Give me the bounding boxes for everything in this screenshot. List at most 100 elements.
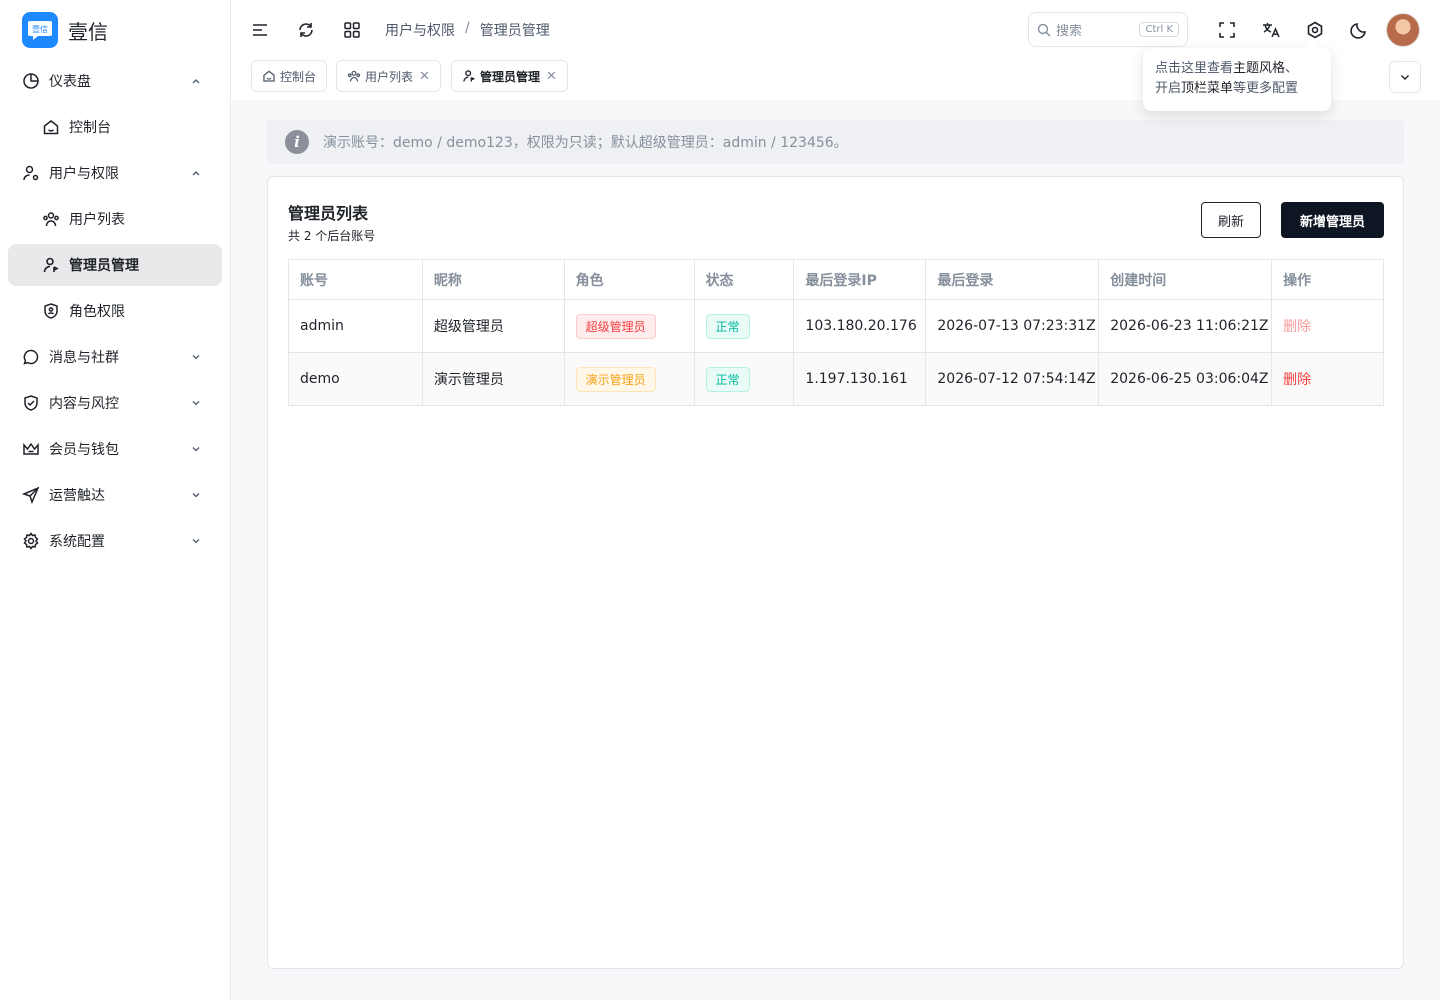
theme-settings-button[interactable]: [1301, 16, 1329, 44]
sidebar-item-messages[interactable]: 消息与社群: [8, 336, 222, 378]
close-icon[interactable]: ✕: [546, 69, 557, 84]
role-badge: 演示管理员: [575, 366, 656, 392]
chevron-up-icon: [192, 171, 200, 176]
column-header: 昵称: [421, 259, 565, 300]
search-shortcut-badge: Ctrl K: [1139, 22, 1179, 37]
send-icon: [22, 486, 40, 504]
brand[interactable]: 壹信 壹信: [22, 12, 108, 48]
theme-settings-tooltip: 点击这里查看主题风格、 开启顶栏菜单等更多配置: [1143, 48, 1331, 111]
tab-admin-management[interactable]: 管理员管理 ✕: [451, 60, 568, 92]
moon-icon: [1350, 23, 1366, 39]
sidebar-item-label: 用户与权限: [49, 166, 119, 182]
translate-icon: [1263, 23, 1280, 38]
home-icon: [262, 69, 276, 83]
refresh-button[interactable]: 刷新: [1201, 202, 1261, 238]
search-icon: [1037, 23, 1051, 36]
avatar[interactable]: [1386, 13, 1420, 47]
sidebar-item-label: 控制台: [69, 120, 111, 136]
sidebar-item-admin-management[interactable]: 管理员管理: [8, 244, 222, 286]
user-admin-icon: [462, 69, 476, 83]
demo-account-notice: i 演示账号：demo / demo123，权限为只读；默认超级管理员：admi…: [267, 120, 1404, 164]
column-header: 角色: [563, 259, 695, 300]
refresh-page-button[interactable]: [292, 16, 320, 44]
cell-last-login: 2026-07-13 07:23:31Z: [925, 299, 1100, 353]
sidebar-item-label: 消息与社群: [49, 350, 119, 366]
tooltip-text: 开启: [1155, 81, 1182, 96]
fullscreen-button[interactable]: [1213, 16, 1241, 44]
brand-name: 壹信: [68, 19, 108, 44]
column-header: 账号: [288, 259, 423, 300]
sidebar-item-user-permissions[interactable]: 用户与权限: [8, 152, 222, 194]
language-button[interactable]: [1257, 16, 1285, 44]
tab-label: 用户列表: [365, 69, 414, 84]
sidebar-item-label: 仪表盘: [49, 74, 91, 90]
cell-account: admin: [288, 299, 423, 353]
info-icon: i: [285, 130, 309, 154]
breadcrumb-separator: /: [465, 20, 470, 36]
delete-button[interactable]: 删除: [1283, 372, 1311, 388]
sidebar-item-console[interactable]: 控制台: [8, 106, 222, 148]
menu-toggle-button[interactable]: [246, 16, 274, 44]
menu-fold-icon: [253, 24, 267, 36]
column-header: 最后登录: [925, 259, 1100, 300]
tooltip-line-2: 开启顶栏菜单等更多配置: [1155, 79, 1319, 99]
delete-button[interactable]: 删除: [1283, 319, 1311, 335]
close-icon[interactable]: ✕: [419, 69, 430, 84]
sidebar-item-content-risk[interactable]: 内容与风控: [8, 382, 222, 424]
brand-logo: 壹信: [22, 12, 58, 48]
column-header: 最后登录IP: [793, 259, 927, 300]
sidebar-item-label: 会员与钱包: [49, 442, 119, 458]
status-badge: 正常: [705, 366, 750, 392]
home-icon: [42, 118, 60, 136]
apps-button[interactable]: [338, 16, 366, 44]
tab-console[interactable]: 控制台: [251, 60, 328, 92]
pie-chart-icon: [22, 72, 40, 90]
crown-icon: [22, 440, 40, 458]
breadcrumb-item-current: 管理员管理: [479, 23, 550, 39]
sidebar-item-role-permissions[interactable]: 角色权限: [8, 290, 222, 332]
user-settings-icon: [22, 164, 40, 182]
sidebar-item-system-config[interactable]: 系统配置: [8, 520, 222, 562]
sidebar-item-dashboard[interactable]: 仪表盘: [8, 60, 222, 102]
chevron-down-icon: [192, 401, 200, 406]
settings-hexagon-icon: [1307, 21, 1323, 39]
sidebar-item-label: 角色权限: [69, 304, 125, 320]
breadcrumb-item[interactable]: 用户与权限: [385, 20, 455, 40]
chevron-down-icon: [1401, 75, 1409, 80]
tooltip-text: 等更多配置: [1233, 81, 1299, 96]
cell-account: demo: [288, 352, 423, 406]
card-subtitle: 共 2 个后台账号: [288, 229, 376, 243]
tab-label: 控制台: [280, 69, 317, 84]
tooltip-highlight: 顶栏菜单: [1181, 81, 1234, 96]
chat-icon: [22, 348, 40, 366]
role-badge: 超级管理员: [575, 313, 656, 339]
cell-status: 正常: [693, 299, 795, 353]
user-admin-icon: [42, 256, 60, 274]
fullscreen-icon: [1219, 22, 1235, 38]
cell-nickname: 演示管理员: [421, 352, 565, 406]
tooltip-highlight: 主题风格: [1233, 61, 1286, 76]
shield-check-icon: [22, 394, 40, 412]
refresh-icon: [299, 23, 313, 37]
sidebar-item-operations[interactable]: 运营触达: [8, 474, 222, 516]
svg-text:壹信: 壹信: [32, 24, 48, 34]
cell-role: 演示管理员: [563, 352, 695, 406]
sidebar-item-membership-wallet[interactable]: 会员与钱包: [8, 428, 222, 470]
column-header: 创建时间: [1098, 259, 1273, 300]
cell-ip: 103.180.20.176: [793, 299, 927, 353]
breadcrumb: 用户与权限 / 管理员管理: [385, 20, 550, 40]
tab-user-list[interactable]: 用户列表 ✕: [336, 60, 441, 92]
table-header-row: 账号 昵称 角色 状态 最后登录IP 最后登录 创建时间 操作: [288, 259, 1384, 300]
cell-nickname: 超级管理员: [421, 299, 565, 353]
sidebar-item-label: 系统配置: [49, 534, 105, 550]
tab-more-button[interactable]: [1389, 61, 1421, 93]
chevron-up-icon: [192, 79, 200, 84]
sidebar-item-user-list[interactable]: 用户列表: [8, 198, 222, 240]
add-admin-button[interactable]: 新增管理员: [1281, 202, 1384, 238]
table-row: admin 超级管理员 超级管理员 正常 103.180.20.176 2026…: [288, 299, 1384, 353]
admin-table: 账号 昵称 角色 状态 最后登录IP 最后登录 创建时间 操作 admin 超级…: [288, 259, 1384, 406]
sidebar-item-label: 管理员管理: [69, 258, 139, 274]
search-input[interactable]: 搜索 Ctrl K: [1028, 12, 1188, 47]
dark-mode-toggle[interactable]: [1345, 16, 1373, 44]
column-header: 操作: [1271, 259, 1384, 300]
